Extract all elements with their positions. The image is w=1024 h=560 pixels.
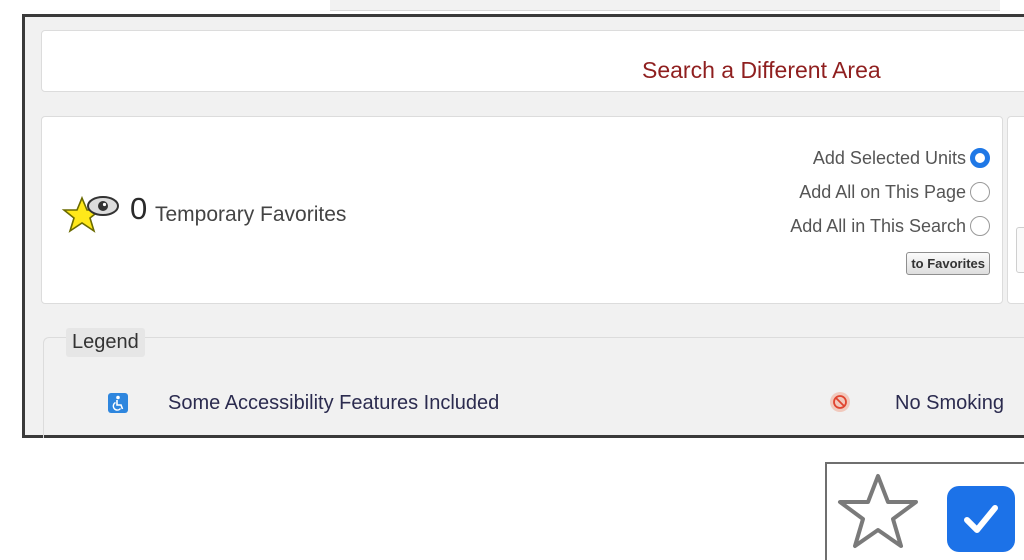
option-label: Add All on This Page	[799, 181, 966, 202]
top-strip	[330, 0, 1000, 11]
option-add-all-on-page[interactable]: Add All on This Page	[799, 180, 990, 204]
legend-no-smoking-label: No Smoking	[895, 392, 1004, 414]
star-eye-icon	[61, 195, 119, 233]
radio-selected-icon[interactable]	[970, 148, 990, 168]
search-different-area-link[interactable]: Search a Different Area	[642, 57, 881, 84]
option-add-all-in-search[interactable]: Add All in This Search	[790, 214, 990, 238]
radio-empty-icon[interactable]	[970, 182, 990, 202]
accessibility-icon	[108, 393, 128, 413]
favorites-label: Temporary Favorites	[155, 203, 347, 226]
option-label: Add All in This Search	[790, 215, 966, 236]
side-panel	[1007, 116, 1024, 304]
star-outline-icon[interactable]	[835, 470, 921, 552]
radio-empty-icon[interactable]	[970, 216, 990, 236]
favorite-controls	[825, 462, 1024, 560]
favorites-panel: 0 Temporary Favorites Add Selected Units…	[41, 116, 1003, 304]
side-panel-control[interactable]	[1016, 227, 1024, 273]
checkbox-checked-icon[interactable]	[947, 486, 1015, 552]
search-bar: Search a Different Area	[41, 30, 1024, 92]
legend-title: Legend	[66, 328, 145, 357]
option-label: Add Selected Units	[812, 147, 966, 168]
favorites-count: 0	[130, 191, 148, 226]
add-to-favorites-button[interactable]: to Favorites	[906, 252, 990, 275]
search-results-panel: Search a Different Area 0 Temporary Favo…	[22, 14, 1024, 438]
option-add-selected-units[interactable]: Add Selected Units	[813, 146, 990, 170]
no-smoking-icon	[830, 392, 850, 412]
legend-accessibility-label: Some Accessibility Features Included	[168, 392, 500, 414]
legend: Legend Some Accessibility Features Inclu…	[43, 328, 1024, 438]
